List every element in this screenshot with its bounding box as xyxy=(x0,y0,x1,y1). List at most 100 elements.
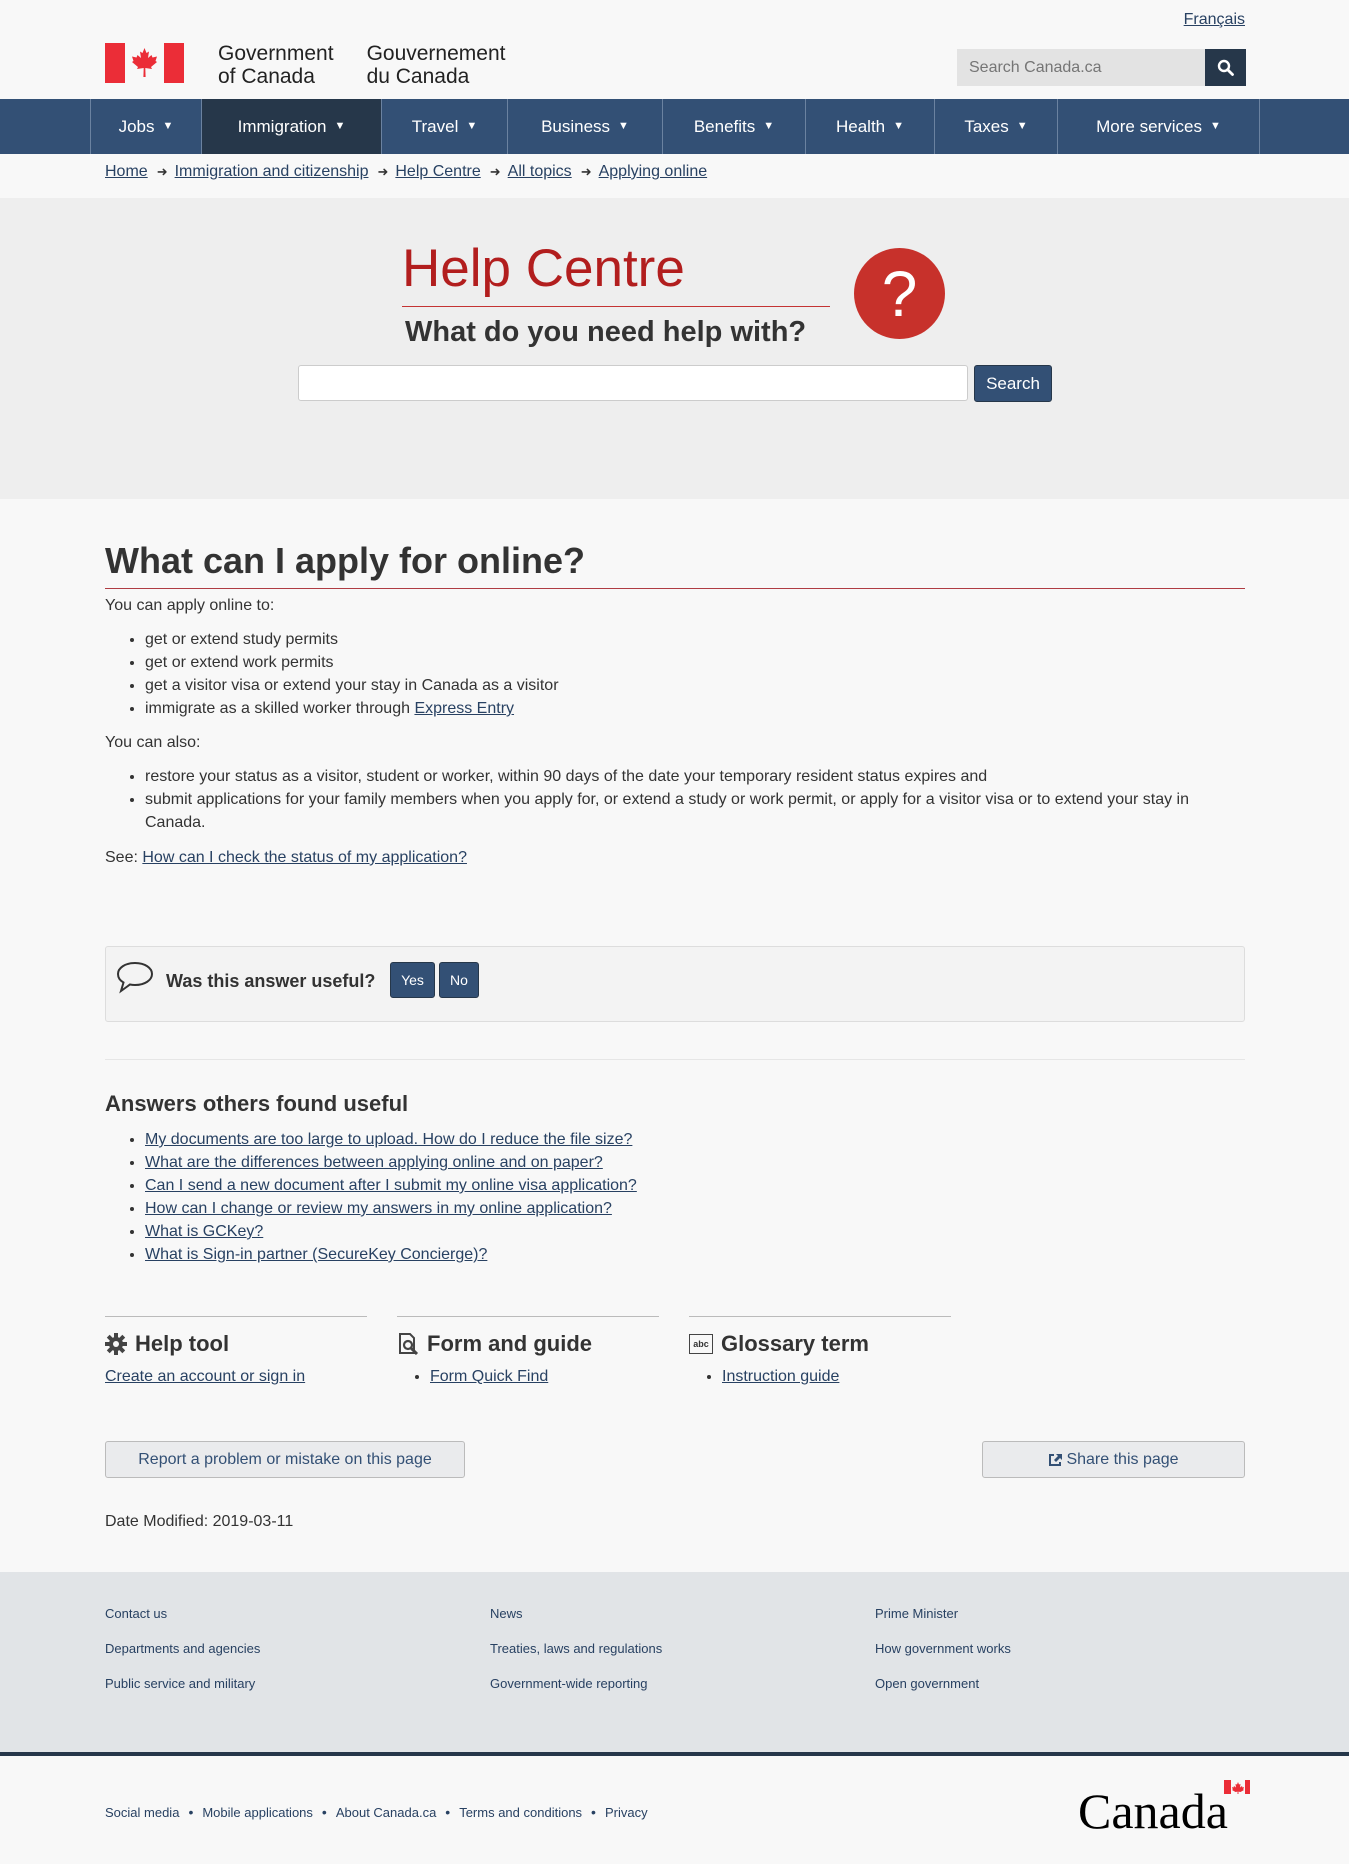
footer-link-prime-minister[interactable]: Prime Minister xyxy=(875,1602,1011,1637)
related-answer-link[interactable]: How can I change or review my answers in… xyxy=(145,1200,612,1217)
answer-body: You can apply online to: get or extend s… xyxy=(105,594,1245,869)
site-search-button[interactable] xyxy=(1205,49,1246,86)
site-search xyxy=(957,49,1246,86)
canada-flag-icon xyxy=(105,43,184,83)
breadcrumb-applying-online[interactable]: Applying online xyxy=(599,163,708,181)
related-answer-link[interactable]: What is Sign-in partner (SecureKey Conci… xyxy=(145,1246,487,1263)
create-account-link[interactable]: Create an account or sign in xyxy=(105,1368,305,1385)
express-entry-link[interactable]: Express Entry xyxy=(414,700,514,717)
footer-link-departments[interactable]: Departments and agencies xyxy=(105,1637,260,1672)
site-header: Français Government of Canada Gouverneme… xyxy=(0,0,1349,99)
list-item: Instruction guide xyxy=(722,1368,951,1386)
help-search-button[interactable]: Search xyxy=(974,365,1052,402)
list-item: What is Sign-in partner (SecureKey Conci… xyxy=(145,1243,1245,1266)
arrow-right-icon: ➜ xyxy=(156,164,168,179)
form-quick-find-link[interactable]: Form Quick Find xyxy=(430,1368,548,1385)
divider xyxy=(105,1059,1245,1060)
glossary-section: abc Glossary term Instruction guide xyxy=(689,1316,951,1386)
menu-item-immigration[interactable]: Immigration ▼ xyxy=(202,99,382,154)
government-signature[interactable]: Government of Canada Gouvernement du Can… xyxy=(105,42,505,88)
see-also: See: How can I check the status of my ap… xyxy=(105,849,467,866)
search-icon xyxy=(1217,59,1234,76)
chevron-down-icon: ▼ xyxy=(334,119,346,132)
chevron-down-icon: ▼ xyxy=(763,119,775,132)
share-icon xyxy=(1049,1453,1063,1466)
related-answers-list: My documents are too large to upload. Ho… xyxy=(105,1128,1245,1266)
list-item: restore your status as a visitor, studen… xyxy=(145,765,1245,788)
related-answer-link[interactable]: Can I send a new document after I submit… xyxy=(145,1177,637,1194)
related-answer-link[interactable]: What is GCKey? xyxy=(145,1223,263,1240)
page-title: What can I apply for online? xyxy=(105,540,1245,589)
footer-link-mobile-apps[interactable]: Mobile applications xyxy=(202,1805,313,1820)
feedback-no-button[interactable]: No xyxy=(439,962,479,998)
footer-link-open-government[interactable]: Open government xyxy=(875,1672,1011,1707)
date-modified: Date Modified: 2019-03-11 xyxy=(105,1513,294,1530)
footer-link-treaties[interactable]: Treaties, laws and regulations xyxy=(490,1637,662,1672)
glossary-heading: abc Glossary term xyxy=(689,1330,951,1358)
question-mark-icon: ? xyxy=(854,248,945,339)
footer-link-contact-us[interactable]: Contact us xyxy=(105,1602,260,1637)
footer-link-news[interactable]: News xyxy=(490,1602,662,1637)
also-intro-text: You can also: xyxy=(105,734,201,751)
separator-dot: • xyxy=(445,1804,451,1820)
related-answer-link[interactable]: What are the differences between applyin… xyxy=(145,1154,603,1171)
breadcrumb-immigration[interactable]: Immigration and citizenship xyxy=(175,163,369,181)
separator-dot: • xyxy=(321,1804,327,1820)
footer-column-1: Contact us Departments and agencies Publ… xyxy=(105,1602,260,1707)
list-item: What are the differences between applyin… xyxy=(145,1151,1245,1174)
help-centre-subtitle: What do you need help with? xyxy=(405,316,807,348)
footer-link-how-government-works[interactable]: How government works xyxy=(875,1637,1011,1672)
footer-bottom: Social media • Mobile applications • Abo… xyxy=(0,1756,1349,1864)
footer-link-reporting[interactable]: Government-wide reporting xyxy=(490,1672,662,1707)
feedback-question: Was this answer useful? xyxy=(166,971,376,991)
form-guide-heading: Form and guide xyxy=(397,1330,659,1358)
breadcrumb-all-topics[interactable]: All topics xyxy=(508,163,572,181)
check-status-link[interactable]: How can I check the status of my applica… xyxy=(142,849,467,866)
footer-column-3: Prime Minister How government works Open… xyxy=(875,1602,1011,1707)
chevron-down-icon: ▼ xyxy=(1209,119,1221,132)
footer-link-privacy[interactable]: Privacy xyxy=(605,1805,648,1820)
list-item: How can I change or review my answers in… xyxy=(145,1197,1245,1220)
language-toggle-link[interactable]: Français xyxy=(1184,11,1245,29)
document-search-icon xyxy=(397,1333,419,1355)
menu-item-travel[interactable]: Travel ▼ xyxy=(382,99,508,154)
menu-item-health[interactable]: Health ▼ xyxy=(806,99,935,154)
feedback-panel: Was this answer useful? Yes No xyxy=(105,946,1245,1022)
share-page-button[interactable]: Share this page xyxy=(982,1441,1245,1478)
list-item: get or extend study permits xyxy=(145,628,1245,651)
signature-french: Gouvernement du Canada xyxy=(366,42,506,88)
footer-link-about[interactable]: About Canada.ca xyxy=(336,1805,436,1820)
instruction-guide-link[interactable]: Instruction guide xyxy=(722,1368,839,1385)
list-item: submit applications for your family memb… xyxy=(145,788,1245,834)
menu-item-more-services[interactable]: More services ▼ xyxy=(1058,99,1260,154)
breadcrumb: Home ➜ Immigration and citizenship ➜ Hel… xyxy=(105,163,707,181)
separator-dot: • xyxy=(591,1804,596,1820)
help-search-input[interactable] xyxy=(298,365,968,401)
chevron-down-icon: ▼ xyxy=(618,119,629,132)
menu-item-benefits[interactable]: Benefits ▼ xyxy=(663,99,806,154)
menu-item-business[interactable]: Business ▼ xyxy=(508,99,663,154)
intro-text: You can apply online to: xyxy=(105,597,275,614)
gear-icon xyxy=(105,1333,127,1355)
feedback-yes-button[interactable]: Yes xyxy=(390,962,435,998)
breadcrumb-home[interactable]: Home xyxy=(105,163,148,181)
breadcrumb-help-centre[interactable]: Help Centre xyxy=(395,163,480,181)
list-item: immigrate as a skilled worker through Ex… xyxy=(145,697,1245,720)
list-item: Form Quick Find xyxy=(430,1368,659,1386)
canada-wordmark-logo: Canada xyxy=(1078,1778,1252,1839)
help-centre-title: Help Centre xyxy=(402,238,830,307)
arrow-right-icon: ➜ xyxy=(377,164,389,179)
footer-link-social-media[interactable]: Social media xyxy=(105,1805,179,1820)
main-menu: Jobs ▼ Immigration ▼ Travel ▼ Business ▼ Ben… xyxy=(0,99,1349,154)
menu-item-taxes[interactable]: Taxes ▼ xyxy=(935,99,1058,154)
footer-link-public-service[interactable]: Public service and military xyxy=(105,1672,260,1707)
related-answers-heading: Answers others found useful xyxy=(105,1091,409,1116)
help-tool-section: Help tool Create an account or sign in xyxy=(105,1316,367,1386)
menu-item-jobs[interactable]: Jobs ▼ xyxy=(91,99,202,154)
site-search-input[interactable] xyxy=(957,49,1205,86)
signature-english: Government of Canada xyxy=(218,42,334,88)
report-problem-button[interactable]: Report a problem or mistake on this page xyxy=(105,1441,465,1478)
list-item: Can I send a new document after I submit… xyxy=(145,1174,1245,1197)
footer-link-terms[interactable]: Terms and conditions xyxy=(459,1805,582,1820)
related-answer-link[interactable]: My documents are too large to upload. Ho… xyxy=(145,1131,632,1148)
